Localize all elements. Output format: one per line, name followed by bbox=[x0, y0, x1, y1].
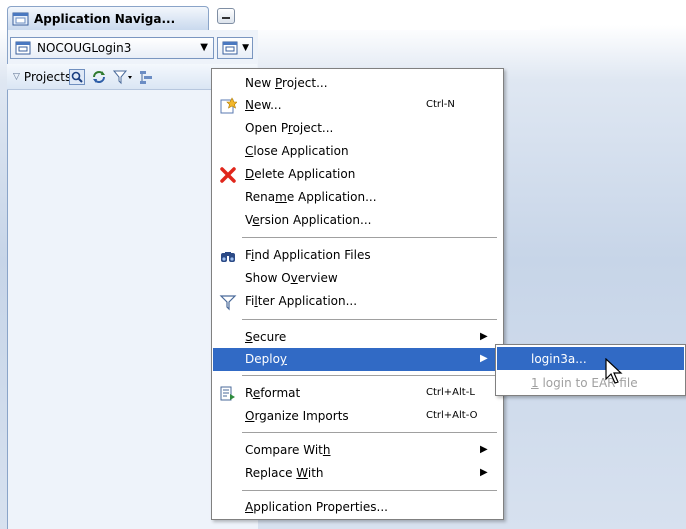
menu-item-deploy[interactable]: Deploy ▶ bbox=[213, 348, 502, 371]
binoculars-icon bbox=[221, 252, 235, 262]
application-navigator-tab[interactable]: Application Naviga... bbox=[7, 6, 209, 30]
submenu-arrow-icon: ▶ bbox=[480, 331, 488, 342]
application-menu-button[interactable]: ▼ bbox=[217, 37, 253, 59]
red-x-icon bbox=[220, 167, 236, 183]
deploy-item-login3a[interactable]: login3a... bbox=[497, 347, 684, 370]
menu-item-delete-application[interactable]: Delete Application bbox=[213, 163, 502, 186]
application-selector[interactable]: NOCOUGLogin3 ▼ bbox=[10, 37, 214, 59]
application-icon bbox=[15, 41, 31, 55]
menu-item-close-application[interactable]: Close Application bbox=[213, 140, 502, 163]
menu-item-show-overview[interactable]: Show Overview bbox=[213, 267, 502, 290]
funnel-icon bbox=[219, 295, 237, 311]
dropdown-arrow-icon: ▼ bbox=[200, 42, 208, 53]
find-icon[interactable] bbox=[69, 69, 85, 85]
menu-item-filter-application[interactable]: Filter Application... bbox=[213, 290, 502, 313]
menu-separator bbox=[242, 375, 497, 376]
submenu-arrow-icon: ▶ bbox=[480, 467, 488, 478]
menu-item-open-project[interactable]: Open Project... bbox=[213, 117, 502, 140]
submenu-arrow-icon: ▶ bbox=[480, 353, 488, 364]
filter-dropdown-icon[interactable] bbox=[113, 69, 133, 85]
new-gallery-icon bbox=[220, 97, 237, 114]
sort-icon[interactable] bbox=[139, 69, 155, 85]
projects-label: Projects bbox=[23, 69, 72, 84]
menu-item-reformat[interactable]: Reformat Ctrl+Alt-L bbox=[213, 382, 502, 405]
application-menu-icon bbox=[222, 41, 238, 55]
menu-item-application-properties[interactable]: Application Properties... bbox=[213, 496, 502, 519]
menu-separator bbox=[242, 319, 497, 320]
dropdown-arrow-icon: ▼ bbox=[242, 43, 249, 53]
menu-item-rename-application[interactable]: Rename Application... bbox=[213, 186, 502, 209]
mouse-cursor-icon bbox=[605, 358, 623, 384]
deploy-submenu: login3a... 1 login to EAR file bbox=[495, 344, 686, 396]
menu-separator bbox=[242, 490, 497, 491]
minimize-button[interactable] bbox=[217, 8, 235, 24]
collapse-triangle-icon[interactable]: ▽ bbox=[13, 72, 20, 82]
menu-item-new[interactable]: New... Ctrl-N bbox=[213, 94, 502, 117]
submenu-arrow-icon: ▶ bbox=[480, 444, 488, 455]
application-context-menu: New Project... New... Ctrl-N Open Projec… bbox=[211, 68, 504, 520]
menu-separator bbox=[242, 432, 497, 433]
application-name: NOCOUGLogin3 bbox=[37, 41, 132, 55]
application-navigator-icon bbox=[12, 12, 29, 25]
menu-item-new-project[interactable]: New Project... bbox=[213, 72, 502, 95]
menu-item-replace-with[interactable]: Replace With ▶ bbox=[213, 462, 502, 485]
menu-item-find-application-files[interactable]: Find Application Files bbox=[213, 244, 502, 267]
reformat-icon bbox=[220, 386, 235, 401]
menu-item-compare-with[interactable]: Compare With ▶ bbox=[213, 439, 502, 462]
menu-item-organize-imports[interactable]: Organize Imports Ctrl+Alt-O bbox=[213, 405, 502, 428]
deploy-item-login-to-ear-file: 1 login to EAR file bbox=[531, 376, 638, 390]
menu-item-secure[interactable]: Secure ▶ bbox=[213, 326, 502, 349]
refresh-icon[interactable] bbox=[91, 69, 107, 85]
menu-separator bbox=[242, 237, 497, 238]
menu-item-version-application[interactable]: Version Application... bbox=[213, 209, 502, 232]
navigator-title: Application Naviga... bbox=[34, 11, 176, 26]
